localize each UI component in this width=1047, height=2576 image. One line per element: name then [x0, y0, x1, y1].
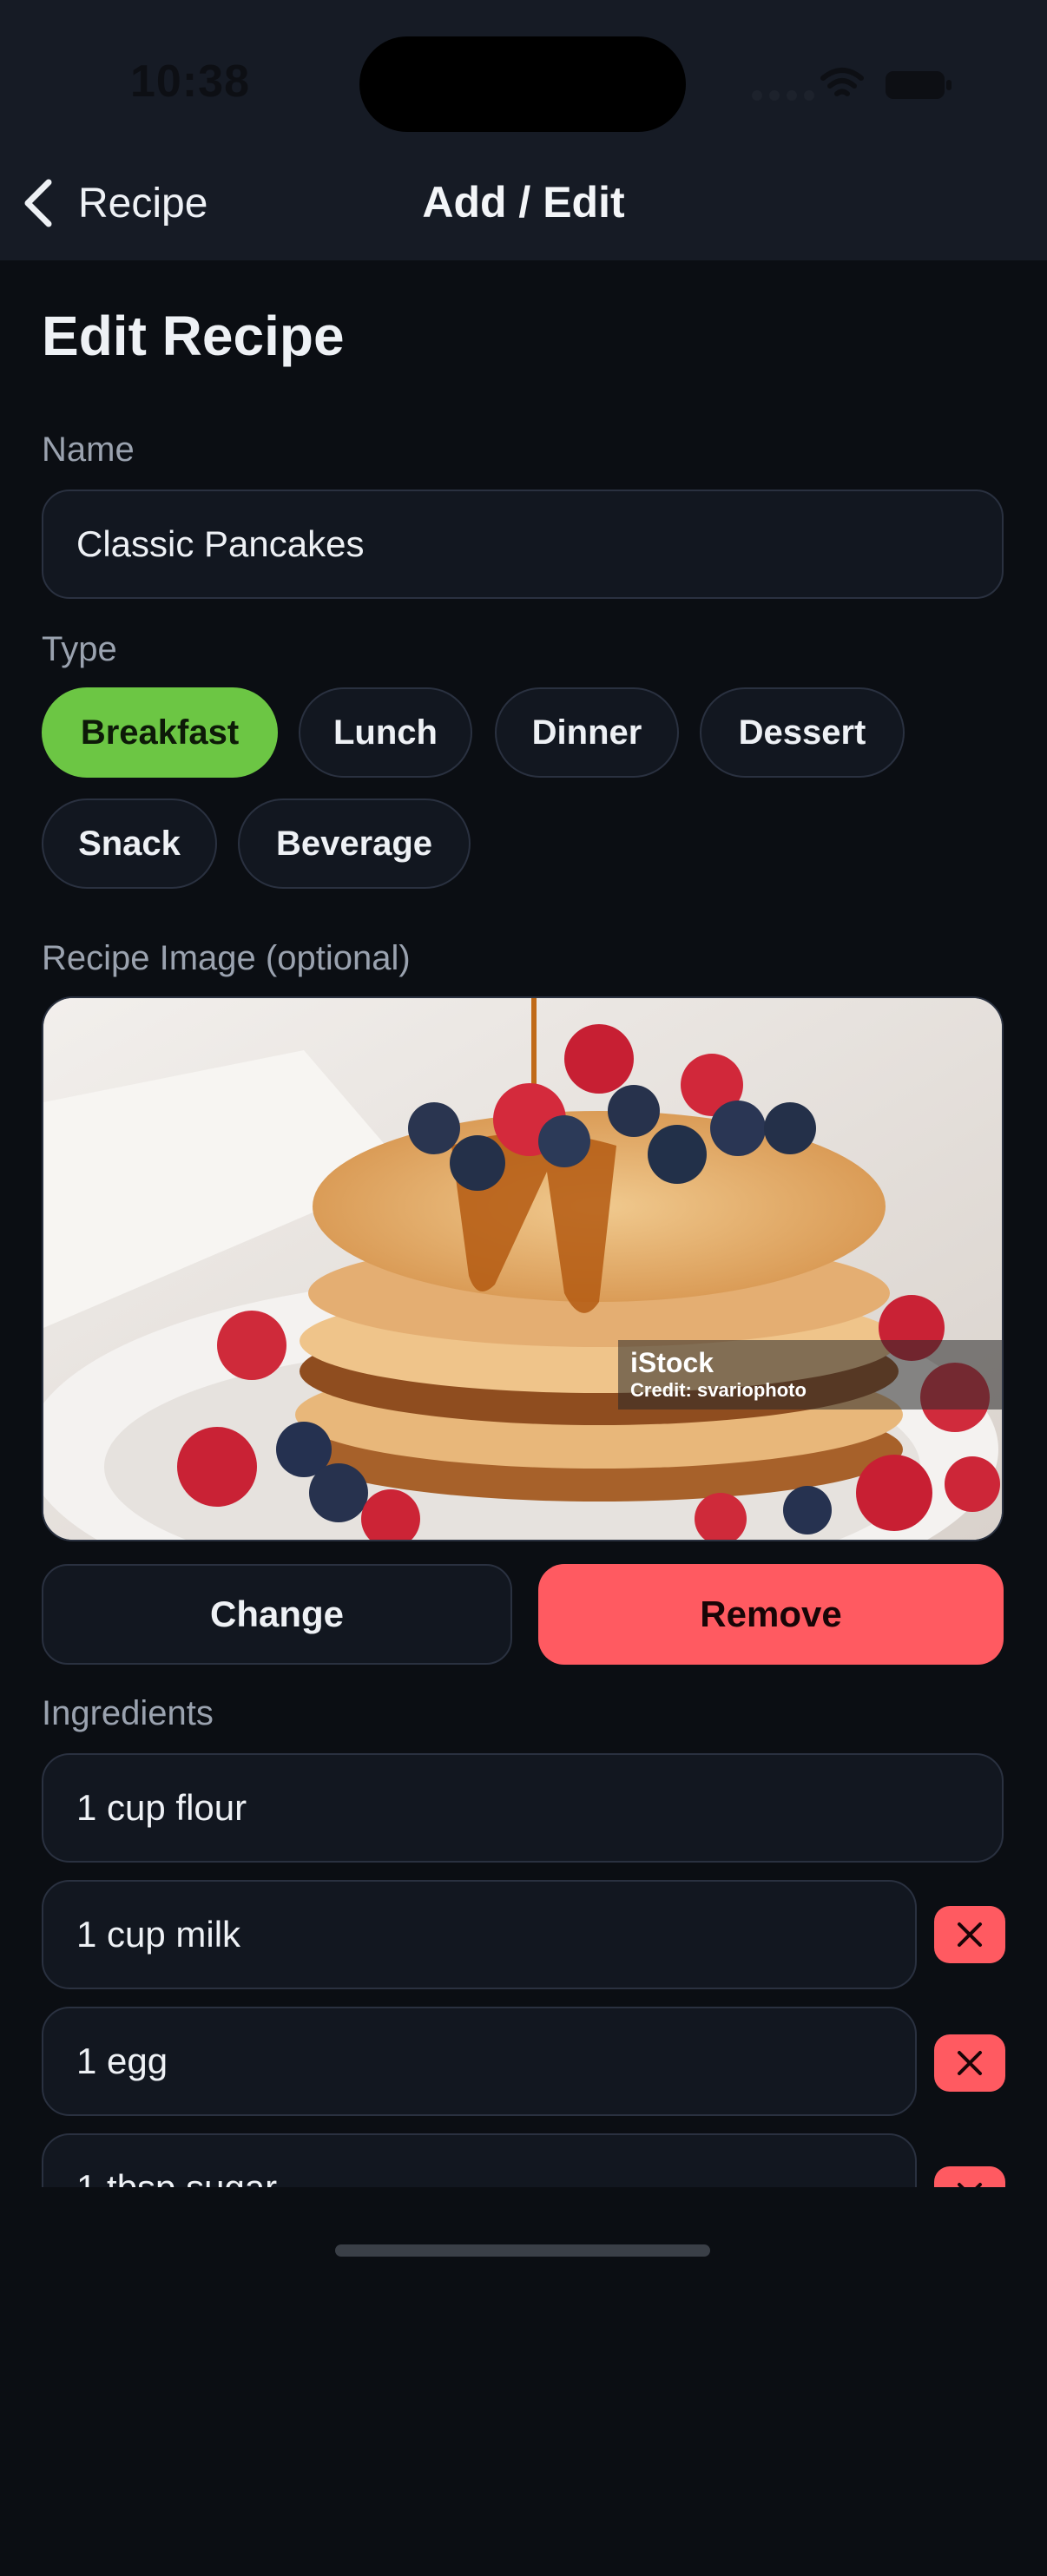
type-chip-snack[interactable]: Snack [42, 798, 217, 889]
name-label: Name [42, 430, 135, 469]
watermark-credit: Credit: svariophoto [630, 1379, 807, 1401]
type-chip-beverage[interactable]: Beverage [238, 798, 471, 889]
delete-ingredient-button[interactable] [934, 2034, 1005, 2092]
ingredient-input[interactable]: 1 egg [42, 2007, 917, 2116]
home-indicator-area [0, 2187, 1047, 2276]
remove-image-button[interactable]: Remove [538, 1564, 1004, 1665]
close-icon [958, 2051, 982, 2075]
ingredient-input[interactable]: 1 cup milk [42, 1880, 917, 1989]
cellular-signal-icon [752, 90, 814, 101]
watermark-brand: iStock [630, 1347, 714, 1378]
name-input[interactable]: Classic Pancakes [42, 490, 1004, 599]
page-title: Edit Recipe [42, 305, 345, 367]
istock-watermark: iStock Credit: svariophoto [618, 1340, 1002, 1410]
top-bar: 10:38 Recipe Add / Edit [0, 0, 1047, 260]
type-label: Type [42, 630, 117, 668]
delete-ingredient-button[interactable] [934, 1906, 1005, 1963]
status-time: 10:38 [130, 56, 250, 107]
battery-icon [886, 71, 952, 99]
type-chip-dessert[interactable]: Dessert [700, 687, 905, 778]
recipe-image[interactable]: iStock Credit: svariophoto [42, 996, 1004, 1541]
type-chip-dinner[interactable]: Dinner [495, 687, 679, 778]
home-indicator[interactable] [335, 2244, 710, 2257]
pancake-photo [43, 998, 1002, 1540]
recipe-image-label: Recipe Image (optional) [42, 939, 411, 977]
close-icon [958, 1922, 982, 1947]
nav-title: Add / Edit [422, 178, 625, 227]
type-chip-lunch[interactable]: Lunch [299, 687, 472, 778]
change-image-button[interactable]: Change [42, 1564, 512, 1665]
ingredient-input[interactable]: 1 cup flour [42, 1753, 1004, 1863]
type-chip-breakfast[interactable]: Breakfast [42, 687, 278, 778]
dynamic-island [359, 36, 686, 132]
ingredients-label: Ingredients [42, 1694, 214, 1732]
wifi-icon [820, 68, 864, 96]
